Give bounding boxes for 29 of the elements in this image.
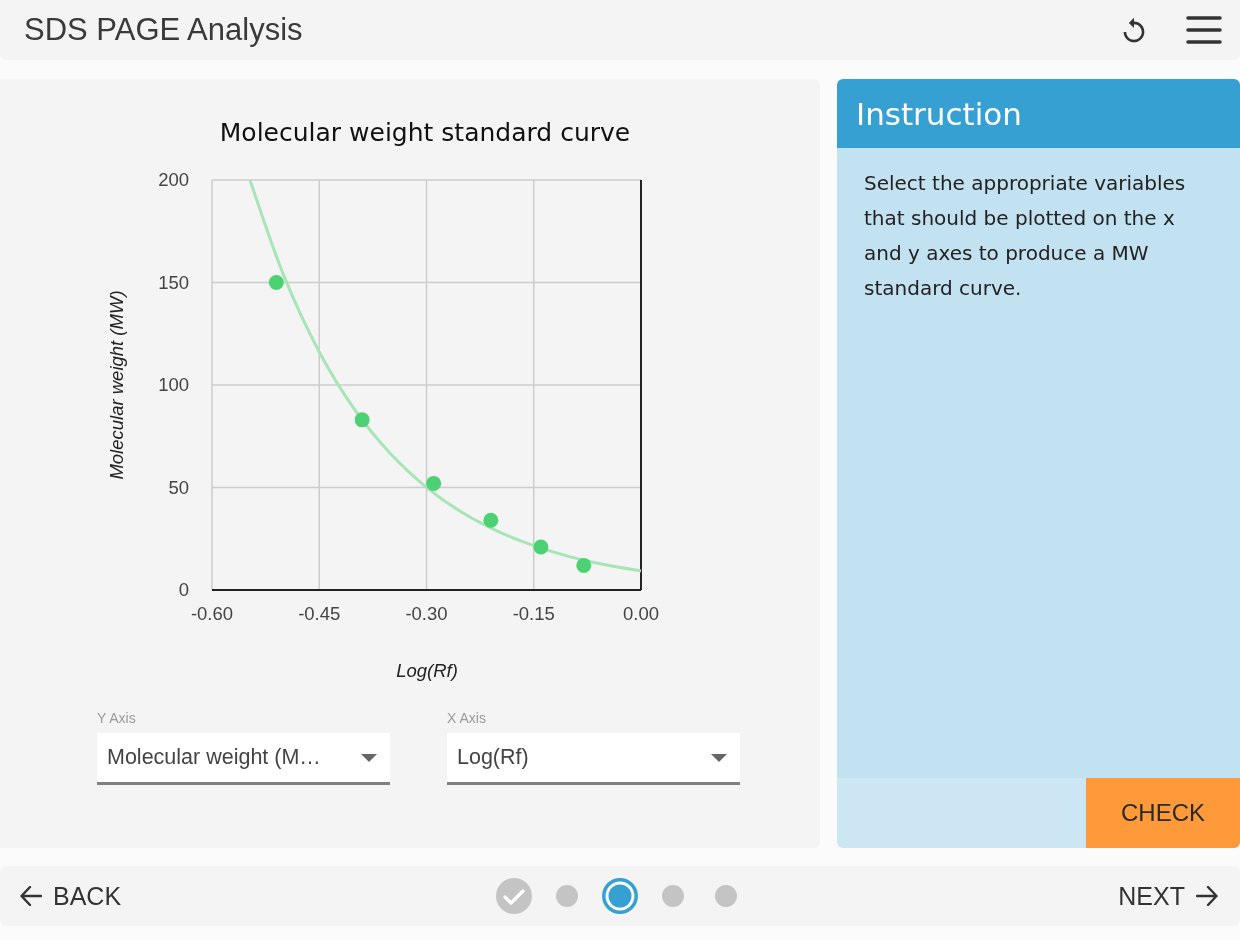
y-tick-label: 0 (178, 579, 189, 600)
caret-icon (711, 753, 727, 762)
menu-icon[interactable] (1186, 16, 1222, 44)
y-tick-label: 100 (158, 374, 189, 395)
arrow-left-icon (20, 886, 42, 906)
axis-dropdown[interactable]: Molecular weight (M… (97, 733, 390, 785)
y-tick-label: 150 (158, 271, 189, 293)
x-tick-label: -0.30 (405, 603, 448, 624)
chart-title: Molecular weight standard curve (219, 118, 631, 147)
app-title: SDS PAGE Analysis (24, 12, 303, 48)
y-tick-label: 50 (168, 476, 189, 498)
next-button[interactable]: NEXT (1118, 881, 1218, 911)
axis-dropdown[interactable]: Log(Rf) (447, 733, 740, 785)
caret-icon (361, 753, 377, 762)
x-axis-title: Log(Rf) (396, 660, 458, 681)
instruction-title: Instruction (856, 95, 1022, 132)
x-tick-label: -0.45 (298, 603, 341, 624)
y-axis-title: Molecular weight (MW) (106, 290, 127, 480)
x-tick-label: -0.15 (512, 603, 555, 624)
arrow-right-icon (1196, 886, 1218, 906)
reset-icon[interactable] (1123, 17, 1145, 43)
back-button[interactable]: BACK (20, 881, 122, 911)
x-tick-label: -0.60 (190, 603, 234, 624)
dropdown-label: X Axis (447, 710, 486, 726)
y-tick-label: 200 (158, 169, 189, 190)
dropdown-label: Y Axis (97, 710, 136, 726)
x-tick-label: 0.00 (623, 603, 659, 624)
instruction-text: Select the appropriate variables that should be plotted on the x and y axes to produce a MW standard curve. (864, 170, 1187, 302)
check-button[interactable]: CHECK (1086, 778, 1240, 848)
